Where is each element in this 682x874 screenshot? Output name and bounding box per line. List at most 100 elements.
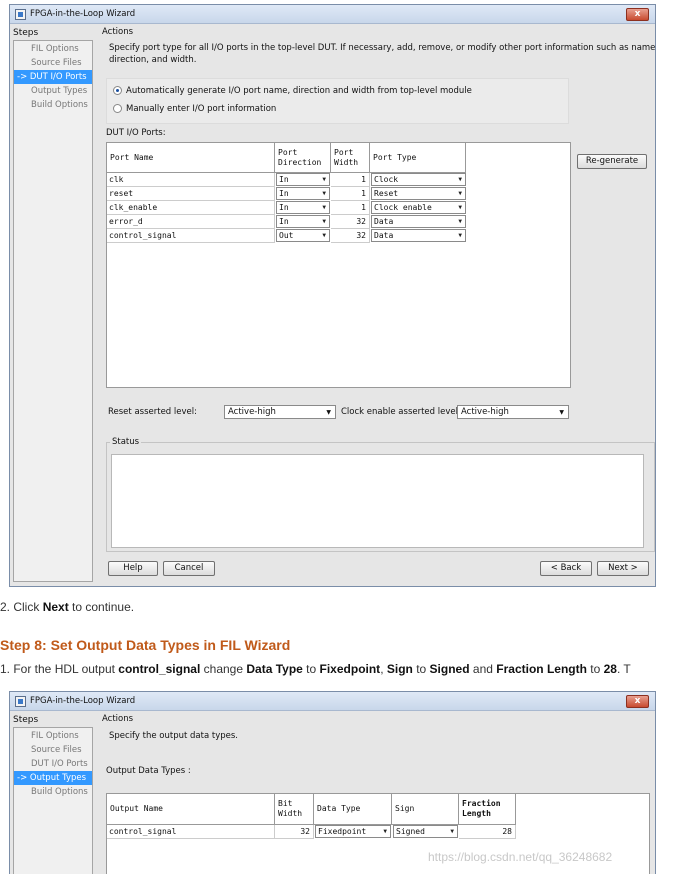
next-button[interactable]: Next > — [597, 561, 649, 576]
dropdown-direction[interactable]: In ▼ — [276, 187, 330, 200]
step-dut-io-ports[interactable]: -> DUT I/O Ports — [14, 70, 92, 84]
p1-l: Fraction Length — [496, 662, 587, 676]
cell-port-width[interactable]: 1 — [331, 187, 370, 201]
dropdown-direction[interactable]: Out ▼ — [276, 229, 330, 242]
step-build-options[interactable]: Build Options — [14, 98, 92, 112]
steps-header: Steps — [13, 715, 39, 725]
chevron-down-icon: ▼ — [458, 190, 462, 197]
reset-level-select[interactable]: Active-high ▼ — [224, 405, 336, 419]
status-text-area[interactable] — [111, 454, 644, 548]
cell-bit-width[interactable]: 32 — [275, 825, 314, 839]
step-2-next-bold: Next — [42, 600, 69, 614]
instruction-line-1: Specify port type for all I/O ports in t… — [109, 43, 656, 53]
table-row[interactable]: error_d In ▼ 32 Data ▼ — [107, 215, 467, 229]
cell-port-name[interactable]: control_signal — [107, 229, 275, 243]
col-header-port-width[interactable]: Port Width — [331, 143, 370, 173]
col-header-output-name[interactable]: Output Name — [107, 794, 275, 825]
col-header-bit-width[interactable]: Bit Width — [275, 794, 314, 825]
cell-port-name[interactable]: reset — [107, 187, 275, 201]
step-8-instruction: 1. For the HDL output control_signal cha… — [0, 662, 631, 676]
cell-port-width[interactable]: 32 — [331, 229, 370, 243]
instruction-line-2: direction, and width. — [109, 55, 197, 65]
dropdown-value: Out — [279, 231, 294, 240]
chevron-down-icon: ▼ — [326, 409, 331, 416]
col-header-width-l2: Width — [334, 157, 359, 167]
cancel-button[interactable]: Cancel — [163, 561, 215, 576]
dropdown-sign[interactable]: Signed ▼ — [393, 825, 458, 838]
table-row[interactable]: control_signal Out ▼ 32 Data ▼ — [107, 229, 467, 243]
col-header-data-type[interactable]: Data Type — [314, 794, 392, 825]
cell-port-width[interactable]: 1 — [331, 173, 370, 187]
back-button[interactable]: < Back — [540, 561, 592, 576]
table-row[interactable]: clk In ▼ 1 Clock ▼ — [107, 173, 467, 187]
col-header-port-direction[interactable]: Port Direction — [275, 143, 331, 173]
clock-enable-level-select[interactable]: Active-high ▼ — [457, 405, 569, 419]
col-header-sign[interactable]: Sign — [392, 794, 459, 825]
fil-wizard-window-2: FPGA-in-the-Loop Wizard x Steps Actions … — [9, 691, 656, 874]
dropdown-port-type[interactable]: Clock enable ▼ — [371, 201, 466, 214]
dropdown-port-type[interactable]: Data ▼ — [371, 229, 466, 242]
chevron-down-icon: ▼ — [322, 190, 326, 197]
dropdown-data-type[interactable]: Fixedpoint ▼ — [315, 825, 391, 838]
p1-b: control_signal — [118, 662, 201, 676]
col-header-width-l1: Port — [334, 147, 354, 157]
dropdown-value: Fixedpoint — [318, 827, 367, 836]
step-8-heading: Step 8: Set Output Data Types in FIL Wiz… — [0, 637, 291, 653]
close-button[interactable]: x — [626, 695, 649, 708]
dropdown-port-type[interactable]: Data ▼ — [371, 215, 466, 228]
cell-output-name[interactable]: control_signal — [107, 825, 275, 839]
step-output-types[interactable]: Output Types — [14, 84, 92, 98]
dropdown-value: In — [279, 189, 289, 198]
cell-port-name[interactable]: clk_enable — [107, 201, 275, 215]
step-source-files[interactable]: Source Files — [14, 56, 92, 70]
title-bar[interactable]: FPGA-in-the-Loop Wizard x — [10, 692, 655, 711]
cell-port-width[interactable]: 32 — [331, 215, 370, 229]
col-header-port-type[interactable]: Port Type — [370, 143, 466, 173]
instruction: Specify the output data types. — [109, 731, 238, 741]
step-source-files[interactable]: Source Files — [14, 743, 92, 757]
p1-n: 28 — [603, 662, 617, 676]
select-value: Active-high — [461, 407, 509, 417]
dropdown-direction[interactable]: In ▼ — [276, 201, 330, 214]
col-header-port-name[interactable]: Port Name — [107, 143, 275, 173]
radio-manual-entry[interactable] — [113, 104, 122, 113]
chevron-down-icon: ▼ — [559, 409, 564, 416]
dropdown-value: In — [279, 217, 289, 226]
step-build-options[interactable]: Build Options — [14, 785, 92, 799]
chevron-down-icon: ▼ — [458, 204, 462, 211]
dropdown-value: Data — [374, 217, 394, 226]
col-header-bitwidth-l1: Bit — [278, 799, 293, 808]
cell-port-name[interactable]: error_d — [107, 215, 275, 229]
table-row[interactable]: control_signal 32 Fixedpoint ▼ Signed ▼ 28 — [107, 825, 517, 839]
chevron-down-icon: ▼ — [322, 176, 326, 183]
step-fil-options[interactable]: FIL Options — [14, 42, 92, 56]
dropdown-direction[interactable]: In ▼ — [276, 215, 330, 228]
dropdown-direction[interactable]: In ▼ — [276, 173, 330, 186]
help-button[interactable]: Help — [108, 561, 158, 576]
cell-port-name[interactable]: clk — [107, 173, 275, 187]
step-fil-options[interactable]: FIL Options — [14, 729, 92, 743]
radio-auto-generate[interactable] — [113, 86, 122, 95]
radio-manual-label: Manually enter I/O port information — [126, 104, 277, 114]
dropdown-port-type[interactable]: Clock ▼ — [371, 173, 466, 186]
p1-o: . T — [616, 662, 631, 676]
cell-fraction-length[interactable]: 28 — [459, 825, 516, 839]
step-dut-io-ports[interactable]: DUT I/O Ports — [14, 757, 92, 771]
title-bar[interactable]: FPGA-in-the-Loop Wizard x — [10, 5, 655, 24]
chevron-down-icon: ▼ — [458, 176, 462, 183]
step-output-types[interactable]: -> Output Types — [14, 771, 92, 785]
p1-c: change — [200, 662, 247, 676]
port-mode-group — [106, 78, 569, 124]
dropdown-port-type[interactable]: Reset ▼ — [371, 187, 466, 200]
table-row[interactable]: clk_enable In ▼ 1 Clock enable ▼ — [107, 201, 467, 215]
col-header-fraction-l2: Length — [462, 809, 491, 818]
chevron-down-icon: ▼ — [322, 218, 326, 225]
table-row[interactable]: reset In ▼ 1 Reset ▼ — [107, 187, 467, 201]
col-header-fraction-length[interactable]: Fraction Length — [459, 794, 516, 825]
ports-label: DUT I/O Ports: — [106, 128, 166, 138]
fil-wizard-window-1: FPGA-in-the-Loop Wizard x Steps Actions … — [9, 4, 656, 587]
cell-port-width[interactable]: 1 — [331, 201, 370, 215]
close-button[interactable]: x — [626, 8, 649, 21]
regenerate-button[interactable]: Re-generate — [577, 154, 647, 169]
chevron-down-icon: ▼ — [383, 828, 387, 835]
